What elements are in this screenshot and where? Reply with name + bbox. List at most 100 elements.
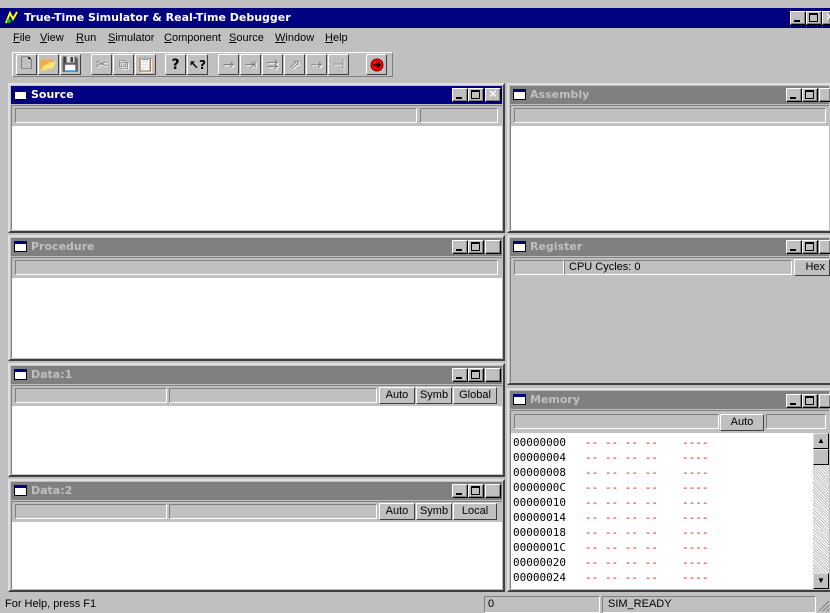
register-close-button[interactable]: × [819, 240, 830, 254]
data1-auto-button[interactable]: Auto [379, 387, 415, 404]
close-button[interactable]: × [822, 11, 830, 25]
data2-content[interactable]: Auto Symb Local [11, 501, 502, 589]
menu-file[interactable]: File [13, 32, 31, 44]
close-icon: × [820, 87, 830, 100]
step-over-button[interactable]: ⇉ [262, 54, 283, 75]
source-minimize-button[interactable] [452, 88, 468, 102]
copy-button[interactable]: ⧉ [113, 54, 134, 75]
open-folder-icon: 📂 [39, 56, 58, 73]
menu-run[interactable]: Run [76, 32, 96, 44]
data2-module-field [15, 504, 167, 519]
memory-bytes[interactable]: -- -- -- -- [585, 466, 658, 479]
data1-symb-button[interactable]: Symb [416, 387, 452, 404]
step-out-button[interactable]: ⇗ [284, 54, 305, 75]
context-help-button[interactable]: ↖? [187, 54, 208, 75]
memory-bytes[interactable]: -- -- -- -- [585, 481, 658, 494]
open-button[interactable]: 📂 [38, 54, 59, 75]
memory-title-bar[interactable]: Memory × [510, 391, 830, 409]
register-format-button[interactable]: Hex [794, 259, 830, 276]
start-button[interactable]: → [218, 54, 239, 75]
single-step-button[interactable]: ⇥ [240, 54, 261, 75]
halt-button[interactable]: ⊣ [328, 54, 349, 75]
source-maximize-button[interactable] [468, 88, 484, 102]
assembly-title-bar[interactable]: Assembly × [510, 86, 830, 104]
scroll-up-button[interactable]: ▲ [813, 433, 829, 449]
paste-button[interactable]: 📋 [135, 54, 156, 75]
menu-help[interactable]: Help [325, 32, 348, 44]
source-title-bar[interactable]: Source × [11, 86, 502, 104]
register-window[interactable]: Register × CPU Cycles: 0 Hex [507, 235, 830, 385]
assembly-maximize-button[interactable] [802, 88, 818, 102]
memory-bytes[interactable]: -- -- -- -- [585, 526, 658, 539]
data2-maximize-button[interactable] [468, 484, 484, 498]
data1-maximize-button[interactable] [468, 368, 484, 382]
menu-component[interactable]: Component [164, 32, 221, 44]
data1-close-button[interactable]: × [485, 368, 501, 382]
scroll-thumb[interactable] [813, 449, 829, 465]
data1-window[interactable]: Data:1 × Auto Symb Global [8, 363, 505, 477]
procedure-title: Procedure [31, 240, 95, 253]
resize-grip-icon[interactable] [818, 600, 830, 612]
memory-window[interactable]: Memory × Auto 00000000 -- -- -- -- ---- 000… [507, 388, 830, 592]
register-minimize-button[interactable] [786, 240, 802, 254]
assembly-step-button[interactable]: ⇢ [306, 54, 327, 75]
data1-minimize-button[interactable] [452, 368, 468, 382]
memory-bytes[interactable]: -- -- -- -- [585, 511, 658, 524]
assembly-content[interactable] [510, 105, 829, 230]
scroll-down-button[interactable]: ▼ [813, 573, 829, 589]
data2-minimize-button[interactable] [452, 484, 468, 498]
memory-bytes[interactable]: -- -- -- -- [585, 451, 658, 464]
memory-bytes[interactable]: -- -- -- -- [585, 571, 658, 584]
memory-scrollbar[interactable]: ▲ ▼ [813, 433, 829, 589]
menu-simulator[interactable]: Simulator [108, 32, 154, 44]
register-maximize-button[interactable] [802, 240, 818, 254]
status-bar: For Help, press F1 0 SIM_READY [0, 594, 830, 613]
memory-bytes[interactable]: -- -- -- -- [585, 436, 658, 449]
new-file-button[interactable]: 🗋 [16, 54, 37, 75]
source-close-button[interactable]: × [485, 88, 501, 102]
memory-bytes[interactable]: -- -- -- -- [585, 556, 658, 569]
assembly-close-button[interactable]: × [819, 88, 830, 102]
source-window[interactable]: Source × [8, 83, 505, 233]
procedure-title-bar[interactable]: Procedure × [11, 238, 502, 256]
memory-bytes[interactable]: -- -- -- -- [585, 541, 658, 554]
data2-title-bar[interactable]: Data:2 × [11, 482, 502, 500]
help-button[interactable]: ? [165, 54, 186, 75]
memory-close-button[interactable]: × [819, 394, 830, 408]
save-button[interactable]: 💾 [60, 54, 81, 75]
reset-button[interactable] [366, 54, 387, 75]
data2-window[interactable]: Data:2 × Auto Symb Local [8, 479, 505, 592]
assembly-window[interactable]: Assembly × [507, 83, 830, 233]
procedure-window[interactable]: Procedure × [8, 235, 505, 361]
memory-bytes[interactable]: -- -- -- -- [585, 496, 658, 509]
assembly-minimize-button[interactable] [786, 88, 802, 102]
memory-rows[interactable]: 00000000 -- -- -- -- ---- 00000004 -- -- -- … [511, 435, 813, 589]
procedure-minimize-button[interactable] [452, 240, 468, 254]
assembly-step-icon: ⇢ [310, 56, 323, 73]
data2-symb-button[interactable]: Symb [416, 503, 452, 520]
data2-auto-button[interactable]: Auto [379, 503, 415, 520]
memory-content[interactable]: Auto 00000000 -- -- -- -- ---- 00000004 -- -… [510, 410, 829, 589]
register-title-bar[interactable]: Register × [510, 238, 830, 256]
memory-maximize-button[interactable] [802, 394, 818, 408]
procedure-maximize-button[interactable] [468, 240, 484, 254]
halt-icon: ⊣ [332, 56, 345, 73]
procedure-close-button[interactable]: × [485, 240, 501, 254]
minimize-button[interactable] [790, 11, 806, 25]
source-content[interactable] [11, 105, 502, 230]
menu-source[interactable]: Source [229, 32, 264, 44]
procedure-content[interactable] [11, 257, 502, 358]
data1-content[interactable]: Auto Symb Global [11, 385, 502, 474]
data2-close-button[interactable]: × [485, 484, 501, 498]
data2-scope-button[interactable]: Local [453, 503, 497, 520]
menu-view[interactable]: View [40, 32, 64, 44]
app-title-bar[interactable]: True-Time Simulator & Real-Time Debugger… [0, 8, 830, 28]
maximize-button[interactable] [806, 11, 822, 25]
data1-scope-button[interactable]: Global [453, 387, 497, 404]
memory-minimize-button[interactable] [786, 394, 802, 408]
menu-window[interactable]: Window [275, 32, 314, 44]
cut-button[interactable]: ✂ [91, 54, 112, 75]
register-content[interactable]: CPU Cycles: 0 Hex [510, 257, 830, 382]
data1-title-bar[interactable]: Data:1 × [11, 366, 502, 384]
memory-auto-button[interactable]: Auto [720, 414, 764, 431]
